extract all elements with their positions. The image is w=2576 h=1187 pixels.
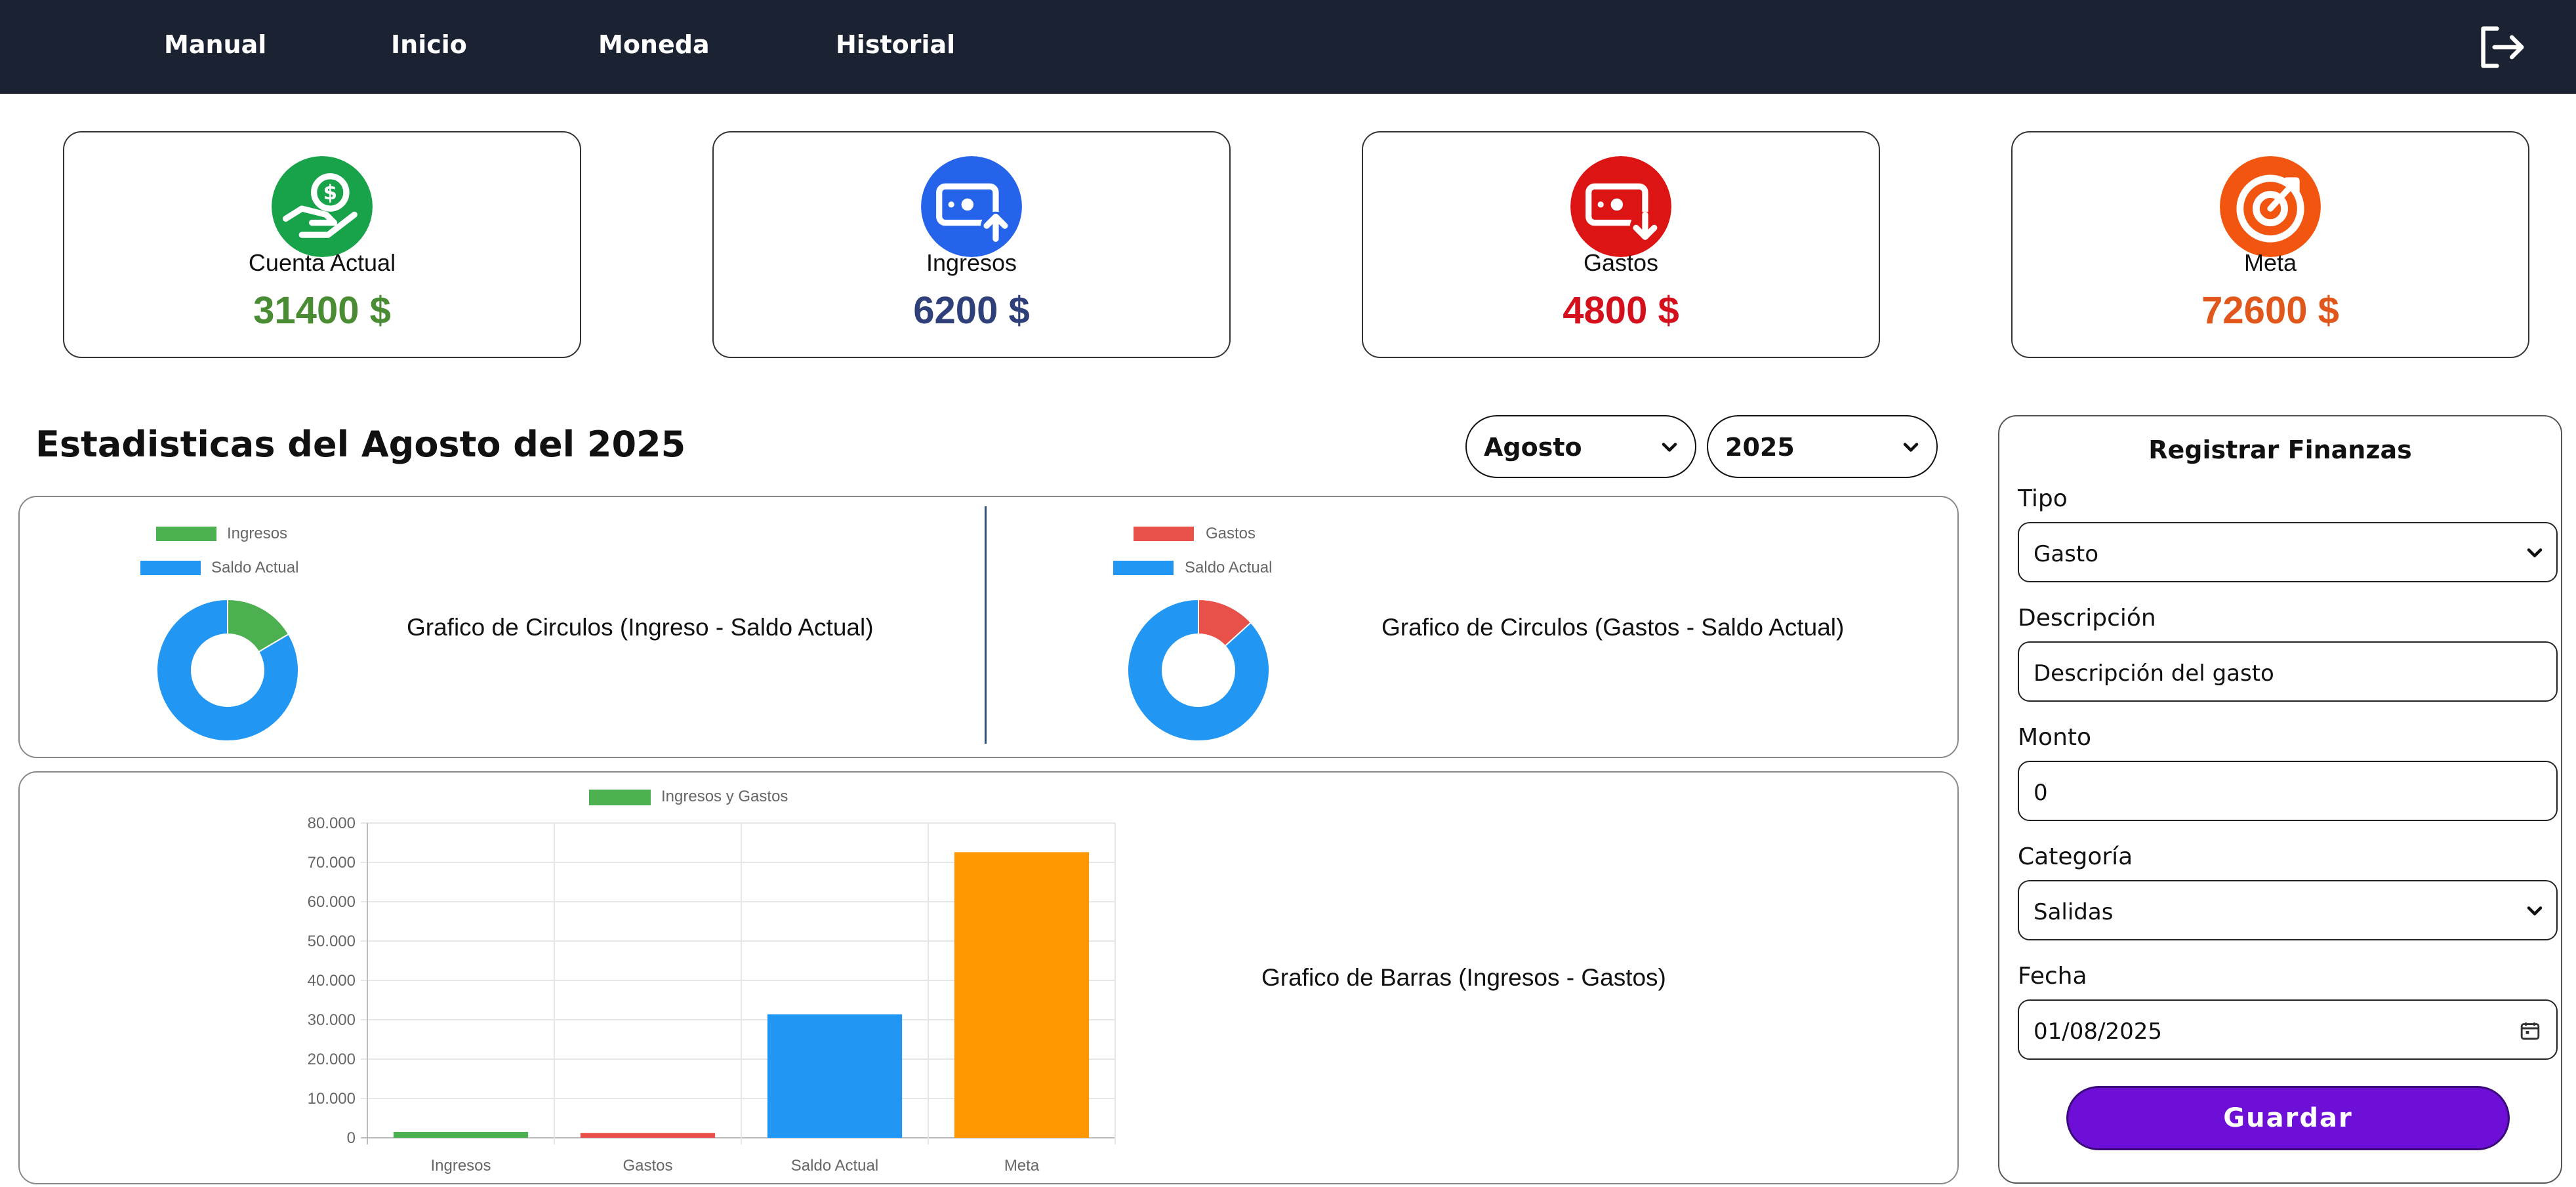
top-navbar: Manual Inicio Moneda Historial xyxy=(0,0,2576,94)
card-meta: Meta 72600 $ xyxy=(2011,131,2529,358)
year-select-value: 2025 xyxy=(1725,433,1795,462)
month-select[interactable]: Agosto xyxy=(1465,415,1696,478)
monto-input-value: 0 xyxy=(2034,780,2048,806)
x-tick-label: Ingresos xyxy=(430,1157,491,1175)
guardar-button-label: Guardar xyxy=(2223,1103,2353,1133)
descripcion-label: Descripción xyxy=(2018,605,2156,632)
categoria-label: Categoría xyxy=(2018,843,2133,870)
fecha-input[interactable]: 01/08/2025 xyxy=(2018,999,2558,1060)
y-tick-label: 20.000 xyxy=(308,1051,356,1068)
y-tick-label: 0 xyxy=(347,1129,356,1147)
nav-manual-link[interactable]: Manual xyxy=(164,30,266,59)
legend-label-saldo: Saldo Actual xyxy=(1185,559,1273,576)
fecha-label: Fecha xyxy=(2018,963,2087,990)
stats-title: Estadisticas del Agosto del 2025 xyxy=(35,424,686,465)
card-label: Ingresos xyxy=(926,249,1017,276)
monto-label: Monto xyxy=(2018,724,2092,751)
card-label: Meta xyxy=(2243,249,2297,276)
x-tick-label: Meta xyxy=(1004,1157,1040,1175)
legend-swatch-ingresos-gastos xyxy=(589,790,651,805)
bar-ingresos xyxy=(393,1132,529,1138)
chevron-down-icon xyxy=(2527,906,2543,915)
hand-money-icon: $ xyxy=(272,156,373,257)
card-value: 6200 $ xyxy=(913,289,1030,332)
chevron-down-icon xyxy=(1903,443,1919,452)
card-value: 72600 $ xyxy=(2201,289,2339,332)
chevron-down-icon xyxy=(2527,548,2543,557)
nav-historial-link[interactable]: Historial xyxy=(836,30,955,59)
pie-chart-caption: Grafico de Circulos (Gastos - Saldo Actu… xyxy=(1381,614,1845,641)
monto-input[interactable]: 0 xyxy=(2018,761,2558,821)
legend-label-saldo: Saldo Actual xyxy=(211,559,299,576)
bar-saldo-actual xyxy=(767,1014,903,1138)
legend-label-gastos: Gastos xyxy=(1206,525,1256,542)
legend-label-ingresos-gastos: Ingresos y Gastos xyxy=(661,788,788,805)
y-tick-label: 60.000 xyxy=(308,893,356,911)
card-label: Gastos xyxy=(1583,249,1659,276)
money-in-icon xyxy=(921,156,1022,257)
categoria-select[interactable]: Salidas xyxy=(2018,880,2558,940)
form-title: Registrar Finanzas xyxy=(2148,435,2412,464)
tipo-label: Tipo xyxy=(2018,485,2068,512)
x-tick-label: Saldo Actual xyxy=(791,1157,878,1175)
descripcion-input-value: Descripción del gasto xyxy=(2034,660,2274,687)
y-tick-label: 80.000 xyxy=(308,815,356,832)
pie-chart-ingresos-saldo xyxy=(156,598,299,742)
card-cuenta-actual: $ Cuenta Actual 31400 $ xyxy=(63,131,581,358)
tipo-select-value: Gasto xyxy=(2034,541,2099,567)
categoria-select-value: Salidas xyxy=(2034,899,2114,925)
money-out-icon xyxy=(1570,156,1671,257)
svg-text:$: $ xyxy=(323,181,337,205)
tipo-select[interactable]: Gasto xyxy=(2018,522,2558,582)
card-value: 4800 $ xyxy=(1563,289,1679,332)
target-icon xyxy=(2220,156,2321,257)
guardar-button[interactable]: Guardar xyxy=(2066,1086,2510,1150)
month-select-value: Agosto xyxy=(1484,433,1582,462)
bar-chart-caption: Grafico de Barras (Ingresos - Gastos) xyxy=(1261,964,1666,991)
y-tick-label: 10.000 xyxy=(308,1090,356,1108)
calendar-icon[interactable] xyxy=(2520,1020,2541,1041)
fecha-input-value: 01/08/2025 xyxy=(2034,1018,2162,1045)
panel-divider xyxy=(985,506,987,744)
card-label: Cuenta Actual xyxy=(248,249,396,276)
y-tick-label: 70.000 xyxy=(308,854,356,872)
legend-swatch-saldo xyxy=(1113,561,1174,575)
chevron-down-icon xyxy=(1662,443,1677,452)
x-tick-label: Gastos xyxy=(623,1157,672,1175)
descripcion-input[interactable]: Descripción del gasto xyxy=(2018,641,2558,702)
bar-gastos xyxy=(580,1133,716,1138)
legend-swatch-gastos xyxy=(1134,527,1194,541)
nav-inicio-link[interactable]: Inicio xyxy=(391,30,467,59)
card-value: 31400 $ xyxy=(253,289,391,332)
legend-swatch-ingresos xyxy=(156,527,216,541)
card-ingresos: Ingresos 6200 $ xyxy=(712,131,1231,358)
pie-chart-gastos-saldo xyxy=(1127,598,1270,742)
legend-label-ingresos: Ingresos xyxy=(227,525,288,542)
y-tick-label: 50.000 xyxy=(308,933,356,950)
nav-moneda-link[interactable]: Moneda xyxy=(598,30,710,59)
legend-swatch-saldo xyxy=(140,561,201,575)
year-select[interactable]: 2025 xyxy=(1707,415,1938,478)
logout-icon[interactable] xyxy=(2477,24,2527,71)
bar-meta xyxy=(954,852,1090,1138)
y-tick-label: 40.000 xyxy=(308,972,356,990)
pie-chart-caption: Grafico de Circulos (Ingreso - Saldo Act… xyxy=(407,614,874,641)
bar-chart-ingresos-gastos: 80.000 70.000 60.000 50.000 40.000 30.000 20.0… xyxy=(308,815,1116,1175)
card-gastos: Gastos 4800 $ xyxy=(1362,131,1880,358)
y-tick-label: 30.000 xyxy=(308,1011,356,1029)
